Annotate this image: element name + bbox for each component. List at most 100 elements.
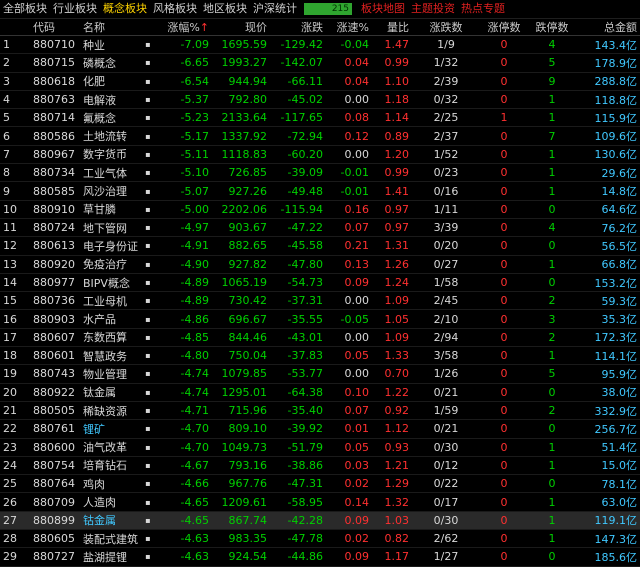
row-change-pct: -6.65 (154, 53, 212, 73)
table-row[interactable]: 3 880618 化肥 ▪ -6.54 944.94 -66.11 0.04 1.10 2/39 0… (0, 72, 640, 91)
table-body: 1 880710 种业 ▪ -7.09 1695.59 -129.42 -0.04 1.47 1/… (0, 35, 640, 567)
row-code: 880618 (30, 72, 80, 91)
row-up-down-count: 0/16 (412, 181, 480, 201)
row-volume-ratio: 0.92 (372, 401, 412, 421)
row-dot-marker: ▪ (142, 145, 154, 165)
table-row[interactable]: 12 880613 电子身份证 ▪ -4.91 882.65 -45.58 0.21 1.31 0… (0, 236, 640, 256)
col-change-pct[interactable]: 涨幅%↑ (154, 19, 212, 36)
row-change-pct: -4.65 (154, 511, 212, 531)
row-total-amount: 109.6亿 (576, 126, 640, 146)
row-change-pct: -5.00 (154, 200, 212, 219)
link-hot-topics[interactable]: 热点专题 (458, 0, 508, 18)
row-limit-up: 0 (480, 72, 528, 91)
row-index: 15 (0, 291, 30, 311)
tab-all-sectors[interactable]: 全部板块 (0, 0, 50, 18)
table-row[interactable]: 29 880727 盐湖提锂 ▪ -4.63 924.54 -44.86 0.09 1.17 1/… (0, 547, 640, 567)
row-change: -38.86 (270, 456, 326, 476)
row-change: -142.07 (270, 53, 326, 73)
table-row[interactable]: 20 880922 钛金属 ▪ -4.74 1295.01 -64.38 0.10 1.22 0/… (0, 383, 640, 402)
table-row[interactable]: 15 880736 工业母机 ▪ -4.89 730.42 -37.31 0.00 1.09 2/… (0, 291, 640, 311)
row-volume-ratio: 1.41 (372, 181, 412, 201)
row-limit-up: 0 (480, 236, 528, 256)
row-change: -44.86 (270, 547, 326, 567)
table-row[interactable]: 25 880764 鸡肉 ▪ -4.66 967.76 -47.31 0.02 1.29 0/22… (0, 474, 640, 494)
link-sector-map[interactable]: 板块地图 (358, 0, 408, 18)
row-index: 16 (0, 309, 30, 329)
row-name: 人造肉 (80, 492, 142, 512)
col-change[interactable]: 涨跌 (270, 19, 326, 36)
table-row[interactable]: 4 880763 电解液 ▪ -5.37 792.80 -45.02 0.00 1.18 0/32… (0, 90, 640, 110)
table-row[interactable]: 11 880724 地下管网 ▪ -4.97 903.67 -47.22 0.07 0.97 3/… (0, 218, 640, 238)
row-volume-ratio: 1.18 (372, 90, 412, 110)
row-dot-marker: ▪ (142, 364, 154, 384)
tab-market-stats[interactable]: 沪深统计 (250, 0, 300, 18)
row-code: 880754 (30, 456, 80, 476)
col-up-down-count[interactable]: 涨跌数 (412, 19, 480, 36)
row-dot-marker: ▪ (142, 126, 154, 146)
row-change-pct: -5.17 (154, 126, 212, 146)
row-volume-ratio: 1.29 (372, 474, 412, 494)
table-row[interactable]: 13 880920 免疫治疗 ▪ -4.90 927.82 -47.80 0.13 1.26 0/… (0, 255, 640, 274)
row-limit-down: 0 (528, 200, 576, 219)
row-change-pct: -4.74 (154, 364, 212, 384)
row-change: -72.94 (270, 126, 326, 146)
row-total-amount: 29.6亿 (576, 163, 640, 183)
table-row[interactable]: 22 880761 锂矿 ▪ -4.70 809.10 -39.92 0.01 1.12 0/21… (0, 419, 640, 439)
table-row[interactable]: 14 880977 BIPV概念 ▪ -4.89 1065.19 -54.73 0.09 1.2… (0, 273, 640, 293)
table-row[interactable]: 1 880710 种业 ▪ -7.09 1695.59 -129.42 -0.04 1.47 1/… (0, 35, 640, 55)
table-row[interactable]: 19 880743 物业管理 ▪ -4.74 1079.85 -53.77 0.00 0.70 1… (0, 364, 640, 384)
row-change: -129.42 (270, 35, 326, 55)
table-row[interactable]: 6 880586 土地流转 ▪ -5.17 1337.92 -72.94 0.12 0.89 2/… (0, 126, 640, 146)
row-total-amount: 172.3亿 (576, 328, 640, 348)
row-dot-marker: ▪ (142, 90, 154, 110)
row-dot-marker: ▪ (142, 255, 154, 274)
table-row[interactable]: 21 880505 稀缺资源 ▪ -4.71 715.96 -35.40 0.07 0.92 1/… (0, 401, 640, 421)
row-speed: 0.10 (326, 383, 372, 402)
row-index: 28 (0, 529, 30, 549)
tab-style-sectors[interactable]: 风格板块 (150, 0, 200, 18)
row-change-pct: -5.11 (154, 145, 212, 165)
col-name[interactable]: 名称 (80, 19, 142, 36)
table-row[interactable]: 16 880903 水产品 ▪ -4.86 696.67 -35.55 -0.05 1.05 2/… (0, 309, 640, 329)
row-change: -51.79 (270, 438, 326, 457)
tab-region-sectors[interactable]: 地区板块 (200, 0, 250, 18)
col-limit-down[interactable]: 跌停数 (528, 19, 576, 36)
link-theme-investing[interactable]: 主题投资 (408, 0, 458, 18)
col-volume-ratio[interactable]: 量比 (372, 19, 412, 36)
table-row[interactable]: 27 880899 钴金属 ▪ -4.65 867.74 -42.28 0.09 1.03 0/3… (0, 511, 640, 531)
row-price: 792.80 (212, 90, 270, 110)
row-code: 880899 (30, 511, 80, 531)
col-code[interactable]: 代码 (30, 19, 80, 36)
table-row[interactable]: 9 880585 风沙治理 ▪ -5.07 927.26 -49.48 -0.01 1.41 0/… (0, 181, 640, 201)
row-total-amount: 76.2亿 (576, 218, 640, 238)
tab-concept-sectors[interactable]: 概念板块 (100, 0, 150, 18)
row-change-pct: -7.09 (154, 35, 212, 55)
table-row[interactable]: 17 880607 东数西算 ▪ -4.85 844.46 -43.01 0.00 1.09 2/… (0, 328, 640, 348)
row-limit-down: 7 (528, 126, 576, 146)
table-row[interactable]: 24 880754 培育钻石 ▪ -4.67 793.16 -38.86 0.03 1.21 0/… (0, 456, 640, 476)
table-row[interactable]: 7 880967 数字货币 ▪ -5.11 1118.83 -60.20 0.00 1.20 1/… (0, 145, 640, 165)
col-price[interactable]: 现价 (212, 19, 270, 36)
row-change: -42.28 (270, 511, 326, 531)
col-total-amount[interactable]: 总金额 (576, 19, 640, 36)
row-total-amount: 256.7亿 (576, 419, 640, 439)
row-price: 903.67 (212, 218, 270, 238)
table-row[interactable]: 18 880601 智慧政务 ▪ -4.80 750.04 -37.83 0.05 1.33 3/… (0, 346, 640, 366)
row-change-pct: -4.90 (154, 255, 212, 274)
table-row[interactable]: 2 880715 磷概念 ▪ -6.65 1993.27 -142.07 0.04 0.99 1/… (0, 53, 640, 73)
table-row[interactable]: 10 880910 草甘膦 ▪ -5.00 2202.06 -115.94 0.16 0.97 1… (0, 200, 640, 219)
row-up-down-count: 1/58 (412, 273, 480, 293)
sort-arrow-icon: ↑ (199, 21, 209, 34)
table-row[interactable]: 26 880709 人造肉 ▪ -4.65 1209.61 -58.95 0.14 1.32 0/… (0, 492, 640, 512)
row-change: -45.02 (270, 90, 326, 110)
tab-industry-sectors[interactable]: 行业板块 (50, 0, 100, 18)
col-speed[interactable]: 涨速% (326, 19, 372, 36)
table-row[interactable]: 28 880605 装配式建筑 ▪ -4.63 983.35 -47.78 0.02 0.82 2… (0, 529, 640, 549)
row-change-pct: -4.85 (154, 328, 212, 348)
table-row[interactable]: 8 880734 工业气体 ▪ -5.10 726.85 -39.09 -0.01 0.99 0/… (0, 163, 640, 183)
row-up-down-count: 2/62 (412, 529, 480, 549)
col-limit-up[interactable]: 涨停数 (480, 19, 528, 36)
row-price: 726.85 (212, 163, 270, 183)
table-row[interactable]: 5 880714 氟概念 ▪ -5.23 2133.64 -117.65 0.08 1.14 2/… (0, 108, 640, 128)
table-row[interactable]: 23 880600 油气改革 ▪ -4.70 1049.73 -51.79 0.05 0.93 0… (0, 438, 640, 457)
